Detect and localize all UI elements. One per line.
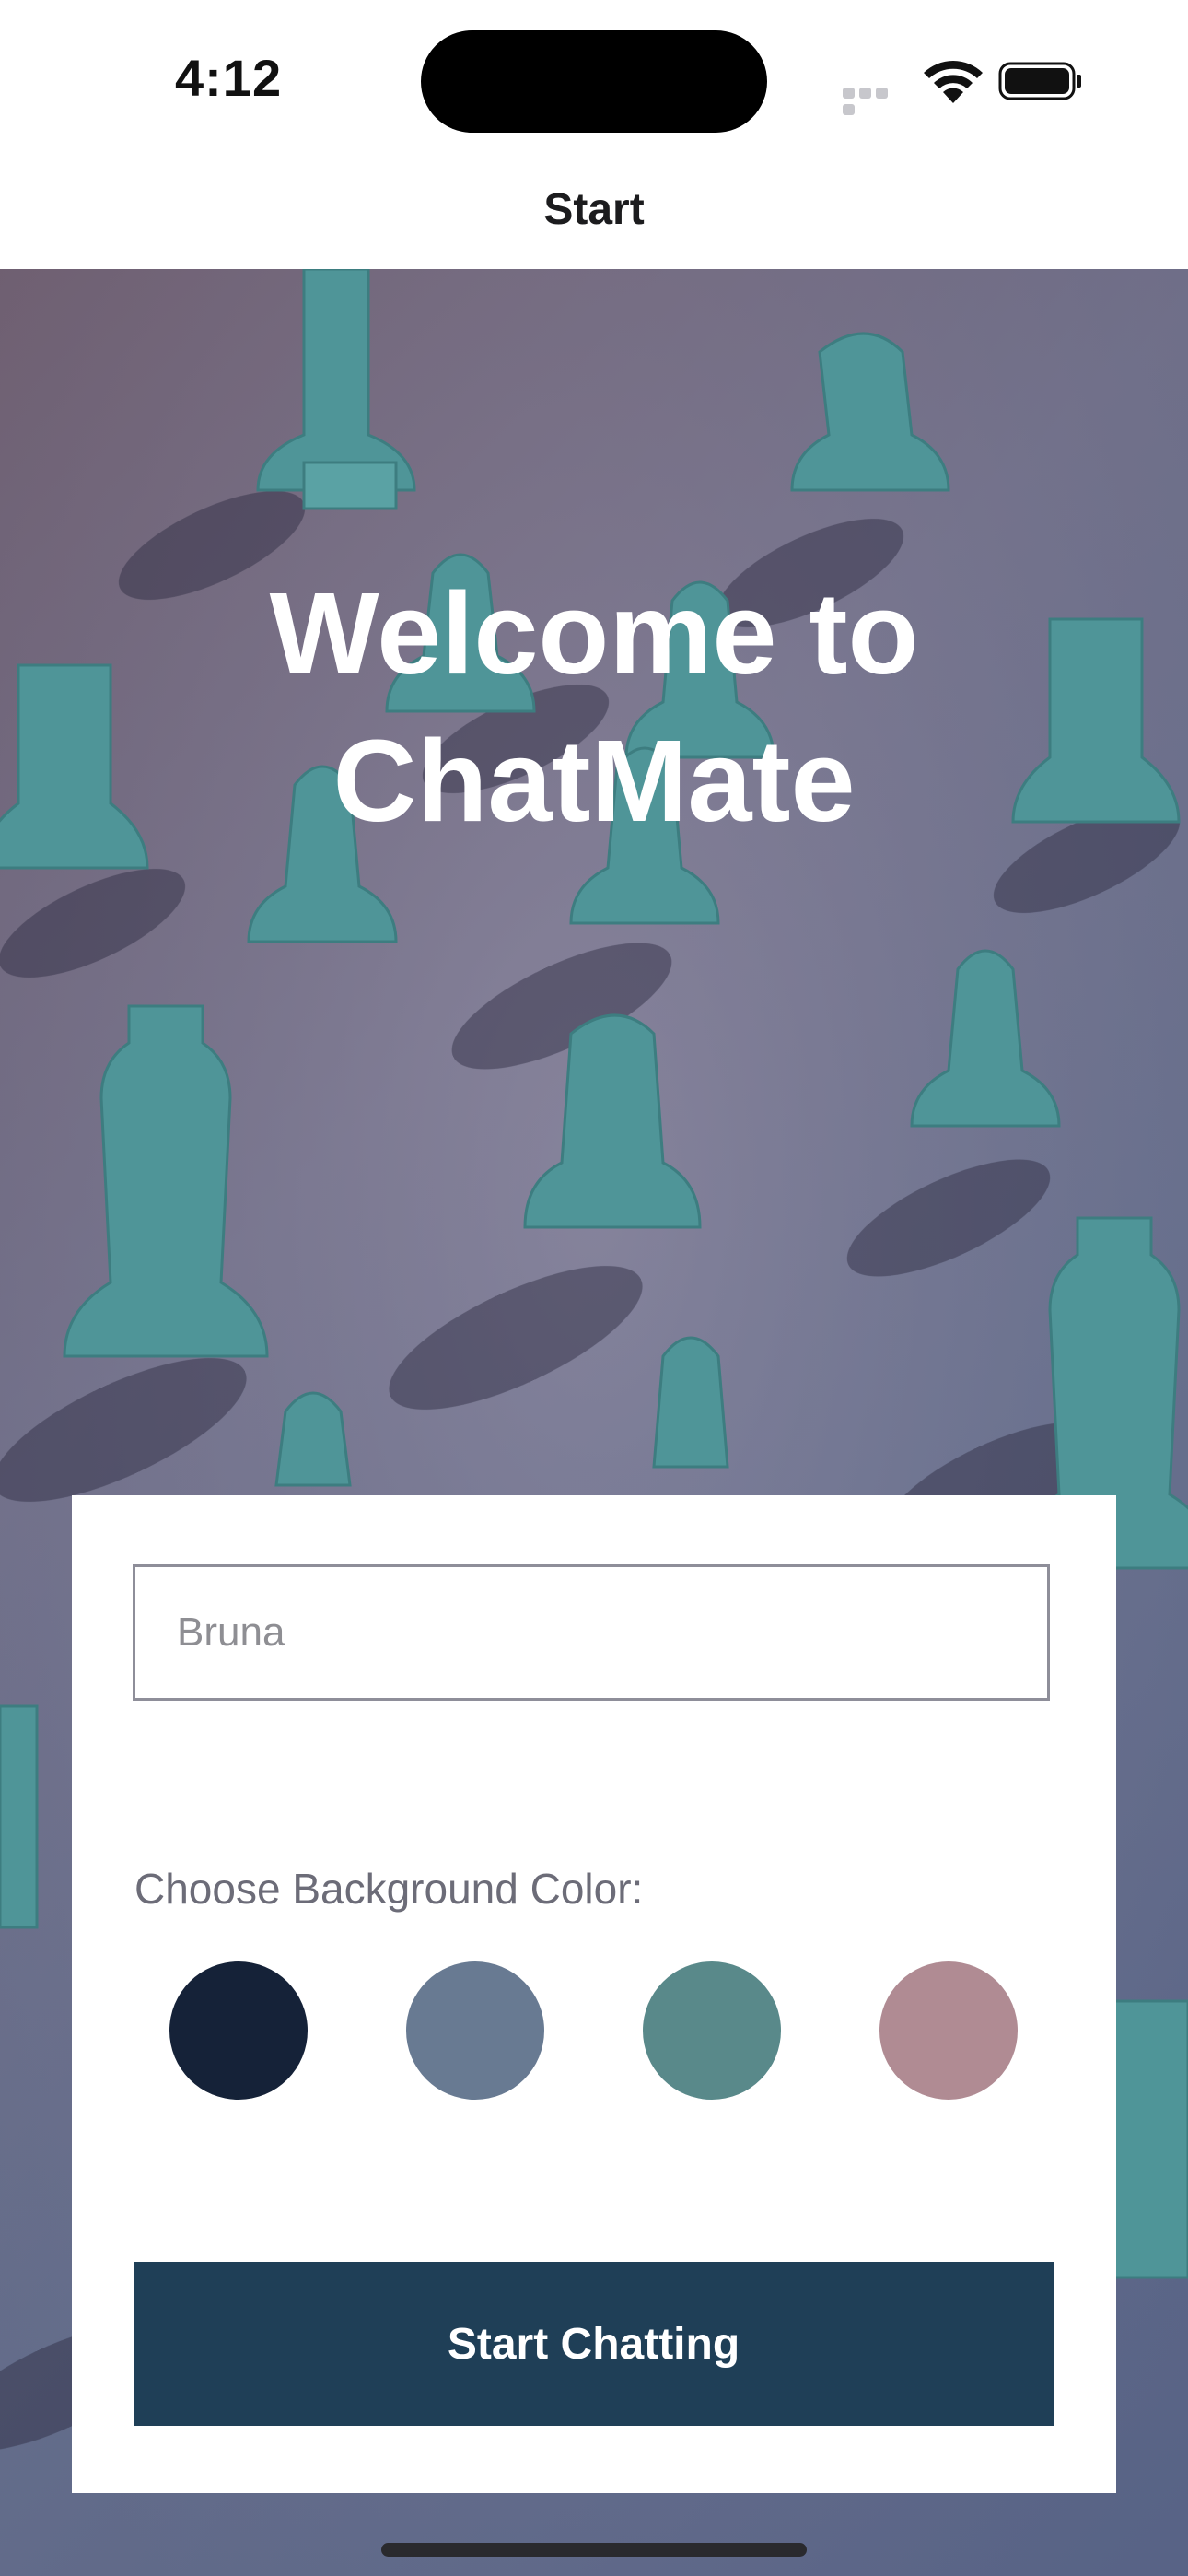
color-swatch-dark-navy[interactable] — [169, 1961, 308, 2100]
status-bar: 4:12 — [0, 0, 1188, 147]
welcome-title-line-2: ChatMate — [332, 716, 856, 846]
dynamic-island — [421, 30, 767, 133]
status-time: 4:12 — [175, 49, 283, 107]
home-indicator — [381, 2543, 807, 2557]
start-form-card: Choose Background Color: Start Chatting — [72, 1495, 1116, 2493]
start-chatting-button[interactable]: Start Chatting — [134, 2262, 1054, 2426]
name-input[interactable] — [133, 1564, 1050, 1701]
cellular-signal-icon — [843, 87, 907, 115]
wifi-icon — [924, 61, 983, 103]
color-swatch-dusty-pink[interactable] — [879, 1961, 1018, 2100]
battery-icon — [998, 62, 1081, 100]
color-swatch-teal[interactable] — [643, 1961, 781, 2100]
color-swatch-slate-blue[interactable] — [406, 1961, 544, 2100]
choose-color-label: Choose Background Color: — [134, 1865, 644, 1913]
welcome-title-line-1: Welcome to — [269, 568, 919, 698]
navigation-bar: Start — [0, 147, 1188, 269]
welcome-title: Welcome to ChatMate — [0, 560, 1188, 855]
nav-title: Start — [543, 185, 645, 234]
